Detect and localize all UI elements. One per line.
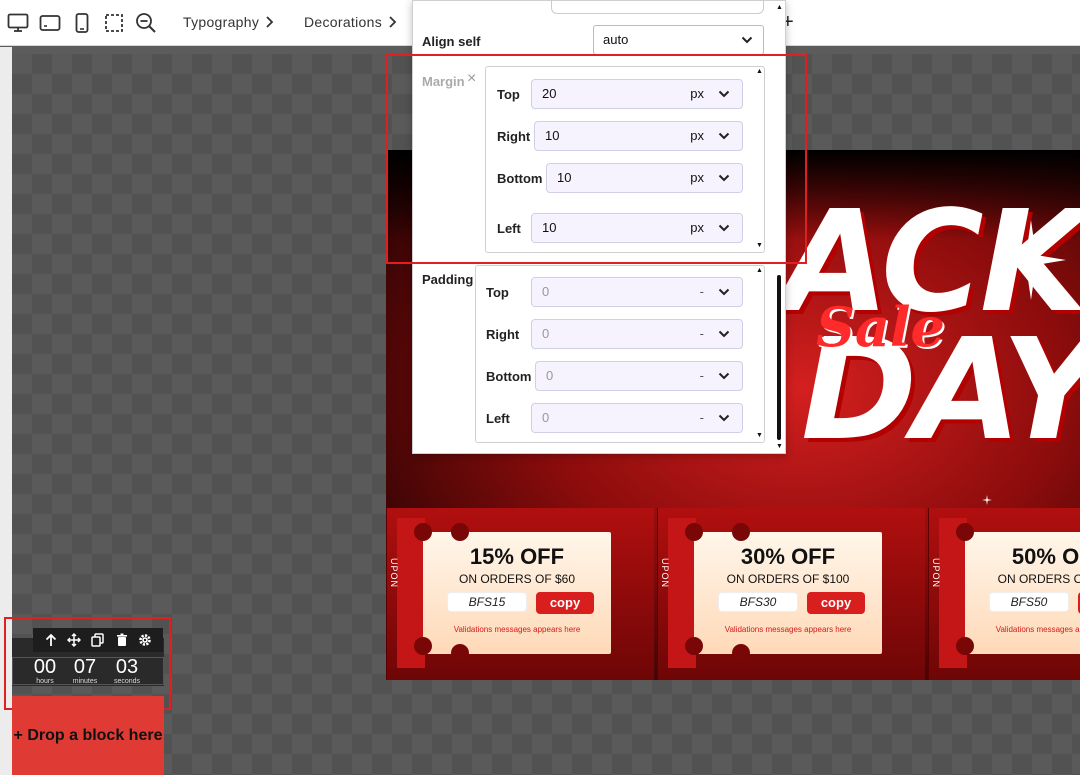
chevron-down-icon <box>718 288 730 296</box>
copy-button[interactable]: copy <box>807 592 865 614</box>
chevron-right-icon <box>265 15 279 31</box>
panel-scrollbar-thumb[interactable] <box>777 275 781 440</box>
zoom-out-icon[interactable] <box>134 11 158 35</box>
coupon-code: BFS50 <box>989 592 1069 612</box>
desktop-icon[interactable] <box>6 11 30 35</box>
coupon-condition: ON ORDERS OF $100 <box>726 572 850 586</box>
coupon-condition: ON ORDERS OF $150 <box>997 572 1080 586</box>
crumb-decorations[interactable]: Decorations <box>304 14 382 30</box>
padding-right-input[interactable]: 0- <box>531 319 743 349</box>
padding-left-input[interactable]: 0- <box>531 403 743 433</box>
validation-message: Validations messages appears here <box>724 625 852 634</box>
coupon-row: UPON 15% OFF ON ORDERS OF $60 BFS15 copy… <box>386 508 1080 680</box>
chevron-down-icon <box>718 330 730 338</box>
padding-top-input[interactable]: 0- <box>531 277 743 307</box>
align-self-label: Align self <box>422 34 481 49</box>
validation-message: Validations messages appears here <box>453 625 581 634</box>
sparkle-icon <box>982 495 992 505</box>
align-self-select[interactable]: auto <box>593 25 764 55</box>
scroll-up-arrow[interactable]: ▲ <box>776 4 783 11</box>
padding-bottom-input[interactable]: 0- <box>535 361 743 391</box>
previous-field-stub <box>551 0 764 14</box>
padding-bottom-label: Bottom <box>486 369 532 384</box>
coupon-code: BFS15 <box>447 592 527 612</box>
chevron-down-icon <box>718 414 730 422</box>
padding-right-label: Right <box>486 327 520 342</box>
chevron-down-icon <box>718 372 730 380</box>
padding-left-label: Left <box>486 411 510 426</box>
coupon-card: 50% OFF ON ORDERS OF $150 BFS50 copy Val… <box>956 523 1080 655</box>
coupon-discount: 30% OFF <box>740 544 836 569</box>
crumb-typography[interactable]: Typography <box>183 14 259 30</box>
validation-message: Validations messages appears here <box>995 625 1080 634</box>
select-area-icon[interactable] <box>102 11 126 35</box>
coupon: UPON 50% OFF ON ORDERS OF $150 BFS50 cop… <box>928 508 1080 680</box>
banner-script-text: Sale <box>816 295 945 359</box>
scroll-up-arrow[interactable]: ▲ <box>756 267 763 274</box>
padding-label: Padding <box>422 272 474 287</box>
coupon-discount: 50% OFF <box>1011 544 1080 569</box>
margin-highlight-outline <box>386 54 807 264</box>
copy-button[interactable]: copy <box>536 592 594 614</box>
scroll-down-arrow[interactable]: ▼ <box>756 432 763 439</box>
coupon-discount: 15% OFF <box>469 544 565 569</box>
scroll-down-arrow[interactable]: ▼ <box>776 443 783 450</box>
sparkle-icon <box>996 220 1066 300</box>
coupon-code: BFS30 <box>718 592 798 612</box>
coupon-card: 30% OFF ON ORDERS OF $100 BFS30 copy Val… <box>685 523 882 662</box>
drop-zone[interactable]: + Drop a block here <box>12 696 164 775</box>
chevron-down-icon <box>741 36 753 44</box>
chevron-right-icon <box>388 15 402 31</box>
coupon: UPON 15% OFF ON ORDERS OF $60 BFS15 copy… <box>386 508 654 680</box>
tablet-landscape-icon[interactable] <box>38 11 62 35</box>
coupon: UPON 30% OFF ON ORDERS OF $100 BFS30 cop… <box>657 508 925 680</box>
sparkle-icon <box>1026 340 1040 354</box>
coupon-card: 15% OFF ON ORDERS OF $60 BFS15 copy Vali… <box>414 523 611 662</box>
drop-zone-label: + Drop a block here <box>13 726 163 744</box>
padding-top-label: Top <box>486 285 509 300</box>
coupon-condition: ON ORDERS OF $60 <box>458 572 576 586</box>
mobile-icon[interactable] <box>70 11 94 35</box>
